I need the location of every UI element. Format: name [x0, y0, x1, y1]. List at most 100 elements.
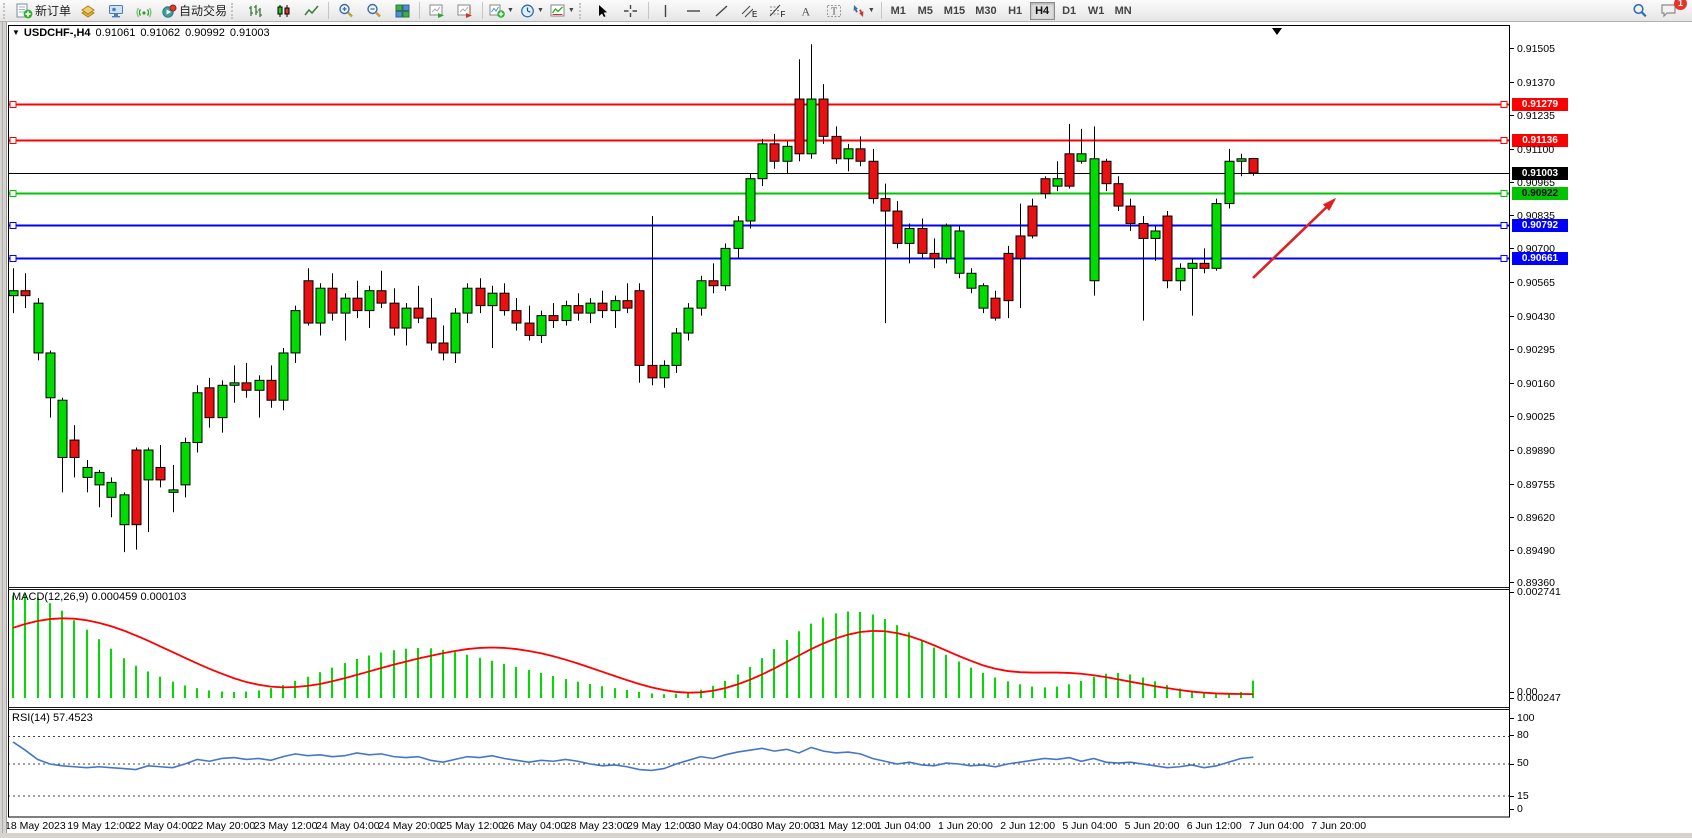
cursor-tool-button[interactable] — [589, 0, 617, 22]
line-handle[interactable] — [10, 223, 16, 229]
line-handle[interactable] — [10, 102, 16, 108]
bull-candle — [365, 291, 374, 311]
mt4-window: 新订单 — [0, 0, 1692, 838]
crosshair-tool-button[interactable] — [617, 0, 645, 22]
rsi-value: 57.4523 — [53, 712, 93, 724]
macd-bar — [663, 694, 665, 698]
macd-bar — [565, 679, 567, 698]
macd-bar — [98, 639, 100, 698]
chart-plot[interactable] — [0, 0, 1692, 838]
window-left-edge — [0, 22, 7, 838]
virtual-hosting-button[interactable] — [102, 0, 130, 22]
line-handle[interactable] — [1501, 138, 1507, 144]
bear-candle — [623, 301, 632, 308]
line-handle[interactable] — [1501, 191, 1507, 197]
timeframe-m5[interactable]: M5 — [913, 2, 938, 20]
text-label-icon: T — [826, 4, 842, 18]
timeframe-h1[interactable]: H1 — [1003, 2, 1028, 20]
timeframe-m30[interactable]: M30 — [971, 2, 1000, 20]
price-axis-label: 0.91370 — [1517, 77, 1555, 89]
symbol-timeframe: USDCHF-,H4 — [24, 27, 91, 39]
line-handle[interactable] — [1501, 102, 1507, 108]
main-toolbar: 新订单 — [0, 0, 1692, 22]
rsi-label: RSI(14) 57.4523 — [12, 712, 93, 724]
bull-candle — [942, 226, 951, 258]
macd-bar — [798, 631, 800, 698]
bull-candle — [783, 146, 792, 161]
line-handle[interactable] — [10, 138, 16, 144]
bar-chart-button[interactable] — [241, 0, 269, 22]
timeframe-m1[interactable]: M1 — [886, 2, 911, 20]
fibo-letter: F — [781, 10, 786, 18]
line-chart-icon — [304, 4, 319, 18]
macd-bar — [577, 682, 579, 698]
search-button[interactable] — [1626, 0, 1654, 22]
text-label-tool-button[interactable]: T — [820, 0, 848, 22]
virtual-hosting-icon — [108, 4, 124, 18]
new-order-button[interactable]: 新订单 — [13, 0, 74, 22]
chart-shift-button[interactable] — [451, 0, 479, 22]
macd-bar — [1019, 684, 1021, 698]
bull-candle — [181, 443, 190, 485]
timeframe-m15[interactable]: M15 — [940, 2, 969, 20]
text-tool-button[interactable]: A — [792, 0, 820, 22]
timeframe-d1[interactable]: D1 — [1057, 2, 1082, 20]
equidistant-channel-tool-button[interactable]: E — [736, 0, 764, 22]
macd-bar — [73, 620, 75, 698]
line-handle[interactable] — [10, 191, 16, 197]
macd-bar — [712, 686, 714, 698]
arrows-tool-button[interactable]: ▼ — [848, 0, 878, 22]
bull-candle — [844, 149, 853, 159]
time-axis-label: 26 May 04:00 — [503, 820, 567, 832]
periods-button[interactable]: ▼ — [517, 0, 547, 22]
bear-candle — [205, 388, 214, 418]
macd-label: MACD(12,26,9) 0.000459 0.000103 — [12, 591, 186, 603]
macd-bar — [749, 667, 751, 698]
timeframe-mn[interactable]: MN — [1111, 2, 1136, 20]
bull-candle — [1176, 268, 1185, 280]
bear-candle — [1041, 179, 1050, 194]
timeframe-w1[interactable]: W1 — [1084, 2, 1109, 20]
macd-bar — [135, 666, 137, 698]
toolbar-grip[interactable] — [579, 3, 586, 19]
signals-button[interactable] — [130, 0, 158, 22]
auto-scroll-button[interactable] — [423, 0, 451, 22]
tile-windows-button[interactable] — [388, 0, 416, 22]
zoom-out-button[interactable] — [360, 0, 388, 22]
market-button[interactable] — [74, 0, 102, 22]
line-handle[interactable] — [10, 256, 16, 262]
bull-candle — [451, 313, 460, 353]
vertical-line-tool-button[interactable] — [652, 0, 680, 22]
toolbar-grip[interactable] — [231, 3, 238, 19]
zoom-in-button[interactable] — [332, 0, 360, 22]
bull-candle — [83, 467, 92, 477]
line-handle[interactable] — [1501, 256, 1507, 262]
templates-button[interactable]: ▼ — [547, 0, 578, 22]
bear-candle — [390, 303, 399, 328]
line-handle[interactable] — [1501, 223, 1507, 229]
autotrading-icon — [161, 4, 177, 18]
horizontal-line-tool-button[interactable] — [680, 0, 708, 22]
macd-bar — [1228, 695, 1230, 698]
bear-candle — [267, 380, 276, 400]
candlestick-chart-button[interactable] — [269, 0, 297, 22]
notifications-button[interactable]: 1 — [1654, 0, 1682, 22]
time-axis-label: 7 Jun 04:00 — [1249, 820, 1304, 832]
autotrading-button[interactable]: 自动交易 — [158, 0, 230, 22]
bear-candle — [1004, 253, 1013, 300]
toolbar-grip[interactable] — [3, 3, 10, 19]
ohlc-low: 0.90992 — [185, 27, 225, 39]
clock-icon — [520, 4, 535, 18]
macd-bar — [724, 681, 726, 698]
fibonacci-tool-button[interactable]: F — [764, 0, 792, 22]
line-chart-button[interactable] — [297, 0, 325, 22]
trendline-tool-button[interactable] — [708, 0, 736, 22]
bull-candle — [672, 333, 681, 365]
macd-bar — [859, 612, 861, 698]
indicators-button[interactable]: ▼ — [486, 0, 517, 22]
bull-candle — [291, 311, 300, 353]
bull-candle — [279, 353, 288, 400]
timeframe-h4[interactable]: H4 — [1030, 2, 1055, 20]
time-axis-label: 23 May 12:00 — [254, 820, 318, 832]
horizontal-line-icon — [686, 4, 701, 18]
